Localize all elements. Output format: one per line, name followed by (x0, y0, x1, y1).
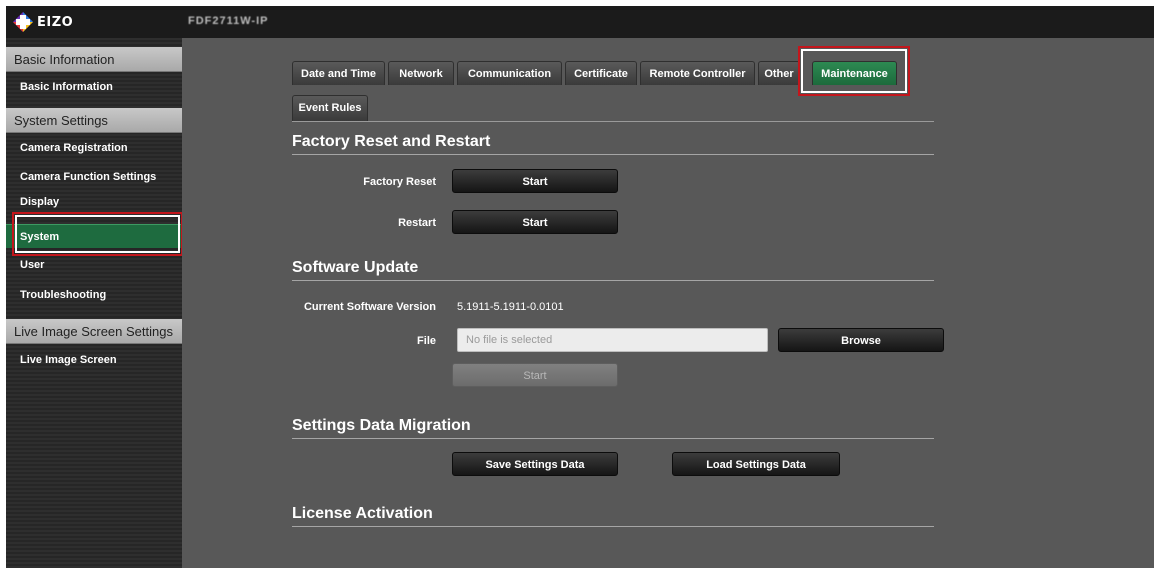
device-name: FDF2711W-IP (188, 15, 269, 27)
factory-reset-divider (292, 154, 934, 155)
license-activation-title: License Activation (292, 505, 433, 522)
sidebar: Basic Information Basic Information Syst… (6, 38, 182, 568)
tab-remote-controller[interactable]: Remote Controller (640, 61, 755, 85)
tab-other[interactable]: Other (758, 61, 800, 85)
sidebar-item-basic-information[interactable]: Basic Information (6, 75, 182, 99)
sidebar-item-display[interactable]: Display (6, 195, 182, 209)
tab-date-and-time[interactable]: Date and Time (292, 61, 385, 85)
sidebar-item-live-image-screen[interactable]: Live Image Screen (6, 348, 182, 372)
factory-reset-title: Factory Reset and Restart (292, 133, 491, 150)
eizo-logo-icon (12, 11, 34, 33)
update-start-button[interactable]: Start (452, 363, 618, 387)
restart-start-button[interactable]: Start (452, 210, 618, 234)
file-label: File (417, 335, 436, 347)
sidebar-section-system-settings[interactable]: System Settings (6, 108, 182, 133)
sidebar-item-user[interactable]: User (6, 253, 182, 277)
migration-divider (292, 438, 934, 439)
license-activation-divider (292, 526, 934, 527)
tab-network[interactable]: Network (388, 61, 454, 85)
sidebar-section-basic-information[interactable]: Basic Information (6, 47, 182, 72)
sidebar-section-live-image-screen-settings[interactable]: Live Image Screen Settings (6, 319, 182, 344)
load-settings-data-button[interactable]: Load Settings Data (672, 452, 840, 476)
restart-label: Restart (398, 217, 436, 229)
factory-reset-label: Factory Reset (363, 176, 436, 188)
save-settings-data-button[interactable]: Save Settings Data (452, 452, 618, 476)
tab-divider (292, 121, 934, 122)
tab-event-rules[interactable]: Event Rules (292, 95, 368, 121)
software-update-divider (292, 280, 934, 281)
sidebar-item-troubleshooting[interactable]: Troubleshooting (6, 283, 182, 307)
current-version-value: 5.1911-5.1911-0.0101 (457, 301, 564, 313)
current-version-label: Current Software Version (303, 301, 436, 313)
browse-button[interactable]: Browse (778, 328, 944, 352)
top-bar: EIZO FDF2711W-IP (6, 6, 1154, 38)
tab-communication[interactable]: Communication (457, 61, 562, 85)
factory-reset-start-button[interactable]: Start (452, 169, 618, 193)
file-input[interactable]: No file is selected (457, 328, 768, 352)
sidebar-item-camera-registration[interactable]: Camera Registration (6, 136, 182, 160)
migration-title: Settings Data Migration (292, 417, 471, 434)
sidebar-item-camera-function-settings[interactable]: Camera Function Settings (6, 165, 182, 189)
software-update-title: Software Update (292, 259, 419, 276)
main-panel: Date and Time Network Communication Cert… (182, 38, 1154, 568)
app-window: EIZO FDF2711W-IP Basic Information Basic… (6, 6, 1154, 568)
eizo-logo: EIZO (12, 11, 92, 33)
tab-maintenance[interactable]: Maintenance (812, 61, 897, 85)
tab-certificate[interactable]: Certificate (565, 61, 637, 85)
sidebar-item-system[interactable]: System (6, 224, 182, 248)
